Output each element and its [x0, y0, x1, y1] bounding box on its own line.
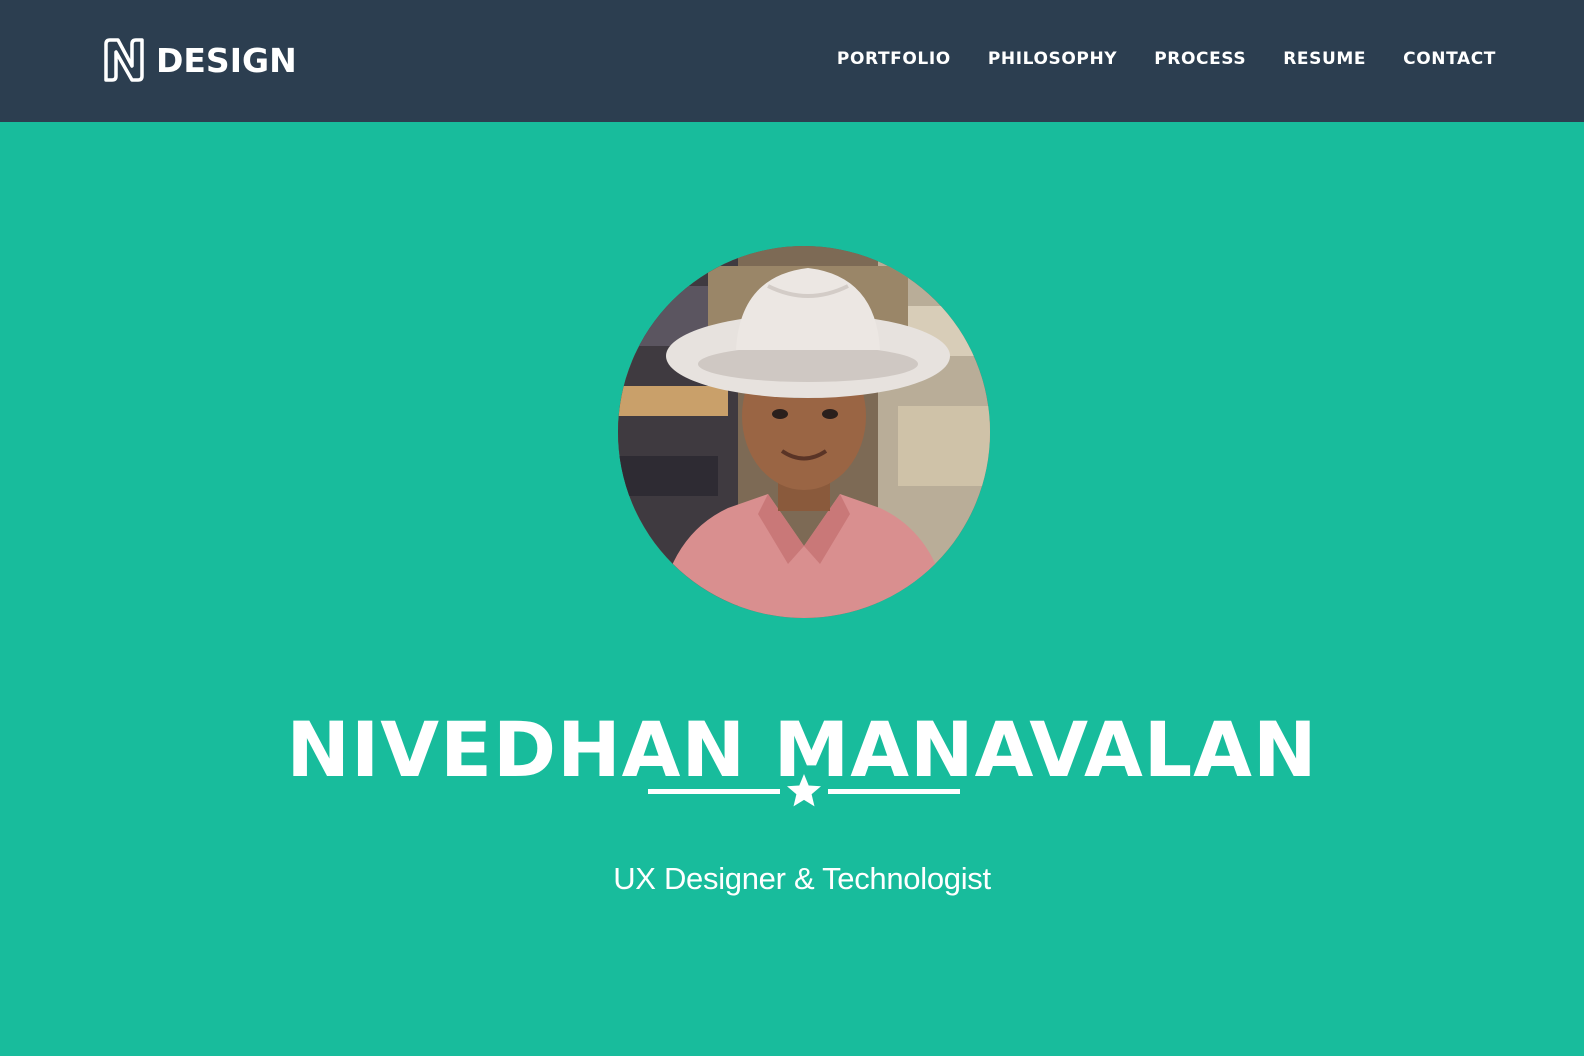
nav-item-portfolio[interactable]: PORTFOLIO [837, 48, 951, 70]
nav-item-resume[interactable]: RESUME [1283, 48, 1366, 70]
hero-tagline: UX Designer & Technologist [613, 861, 991, 896]
profile-avatar [618, 246, 990, 618]
star-icon [787, 774, 821, 807]
star-divider [648, 772, 960, 810]
brand-name: DESIGN [156, 40, 297, 80]
navbar: DESIGN PORTFOLIO PHILOSOPHY PROCESS RESU… [0, 0, 1584, 122]
divider-line-left [648, 789, 780, 794]
nav-item-process[interactable]: PROCESS [1154, 48, 1246, 70]
profile-photo [618, 246, 990, 618]
main-nav: PORTFOLIO PHILOSOPHY PROCESS RESUME CONT… [837, 48, 1496, 70]
nav-item-contact[interactable]: CONTACT [1403, 48, 1496, 70]
n-monogram-icon [104, 38, 144, 82]
brand-home-link[interactable]: DESIGN [102, 36, 297, 84]
nav-item-philosophy[interactable]: PHILOSOPHY [988, 48, 1117, 70]
divider-line-right [828, 789, 960, 794]
hero-section: NIVEDHAN MANAVALAN UX Designer & Technol… [0, 122, 1584, 1056]
